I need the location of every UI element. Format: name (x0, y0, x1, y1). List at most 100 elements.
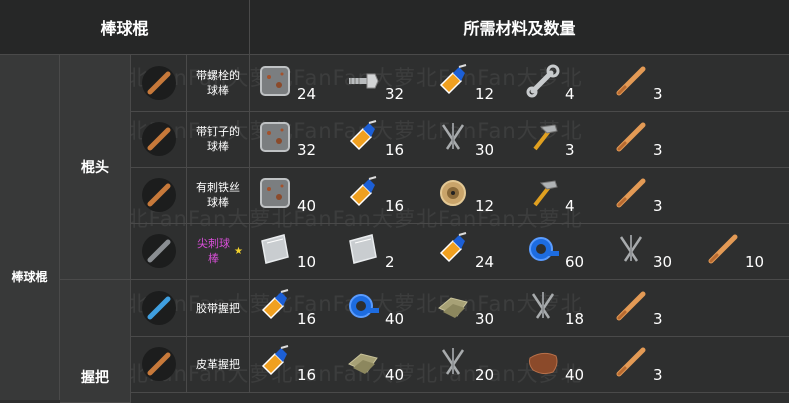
material-item: 18 (519, 280, 609, 336)
weapon-name: 胶带握把 (187, 280, 250, 336)
material-item: 3 (607, 336, 697, 392)
material-quantity: 3 (653, 310, 663, 328)
material-quantity: 16 (385, 141, 405, 159)
material-item: 60 (519, 223, 609, 279)
weapon-icon-cell (131, 280, 187, 336)
material-item: 24 (429, 223, 519, 279)
materials: 10 2 24 60 30 10 (251, 223, 789, 279)
material-item: 16 (339, 111, 429, 167)
material-quantity: 3 (653, 366, 663, 384)
material-quantity: 32 (385, 85, 405, 103)
material-item: 40 (251, 167, 341, 223)
group-label: 棍头 (81, 160, 109, 176)
material-quantity: 30 (475, 141, 495, 159)
weapon-icon-cell (131, 55, 187, 111)
category-label: 棒球棍 (11, 270, 48, 284)
material-quantity: 40 (297, 197, 317, 215)
star-icon: ★ (234, 245, 243, 257)
material-quantity: 18 (565, 310, 585, 328)
group-head: 棍头 (60, 55, 131, 280)
material-quantity: 3 (653, 141, 663, 159)
materials: 16 40 20 40 3 (251, 336, 789, 392)
recipe-row: 尖刺球棒 ★ 10 2 24 60 30 10 (131, 223, 789, 280)
material-item: 16 (251, 280, 341, 336)
material-item: 4 (519, 167, 609, 223)
material-quantity: 10 (297, 253, 317, 271)
materials: 16 40 30 18 3 (251, 280, 789, 336)
material-item: 3 (607, 280, 697, 336)
material-quantity: 32 (297, 141, 317, 159)
recipe-row: 皮革握把 16 40 20 40 3 (131, 336, 789, 393)
material-quantity: 12 (475, 197, 495, 215)
material-quantity: 16 (385, 197, 405, 215)
material-item: 30 (429, 280, 519, 336)
material-quantity: 12 (475, 85, 495, 103)
material-item: 40 (519, 336, 609, 392)
weapon-name-text: 皮革握把 (196, 357, 240, 371)
weapon-icon-cell (131, 111, 187, 167)
material-item: 12 (429, 55, 519, 111)
material-quantity: 16 (297, 366, 317, 384)
material-quantity: 16 (297, 310, 317, 328)
material-item: 3 (607, 55, 697, 111)
material-quantity: 4 (565, 85, 575, 103)
material-quantity: 3 (653, 85, 663, 103)
header-weapon: 棒球棍 (0, 0, 250, 55)
weapon-name-text: 胶带握把 (196, 301, 240, 315)
material-item: 30 (429, 111, 519, 167)
material-item: 16 (251, 336, 341, 392)
material-quantity: 60 (565, 253, 585, 271)
bat-leather-grip-icon (141, 347, 176, 381)
material-quantity: 40 (385, 310, 405, 328)
material-item: 10 (251, 223, 341, 279)
material-item: 2 (339, 223, 429, 279)
material-item: 3 (519, 111, 609, 167)
material-item: 24 (251, 55, 341, 111)
material-item: 3 (607, 167, 697, 223)
weapon-name: 带螺栓的球棒 (187, 55, 250, 111)
recipe-row: 带螺栓的球棒 24 32 12 4 3 (131, 55, 789, 112)
weapon-name: 带钉子的球棒 (187, 111, 250, 167)
weapon-name-text: 带螺栓的球棒 (196, 69, 240, 97)
material-item: 32 (251, 111, 341, 167)
material-quantity: 40 (385, 366, 405, 384)
material-quantity: 3 (565, 141, 575, 159)
material-quantity: 30 (653, 253, 673, 271)
recipe-row: 有刺铁丝球棒 40 16 12 4 3 (131, 167, 789, 224)
material-quantity: 40 (565, 366, 585, 384)
group-label: 握把 (81, 370, 109, 386)
bat-nails-icon (141, 122, 176, 156)
weapon-icon-cell (131, 223, 187, 279)
material-item: 32 (339, 55, 429, 111)
material-quantity: 4 (565, 197, 575, 215)
bat-bolts-icon (141, 66, 176, 100)
material-quantity: 10 (745, 253, 765, 271)
header-materials: 所需材料及数量 (250, 0, 789, 55)
bat-spiked-icon (141, 234, 176, 268)
material-item: 4 (519, 55, 609, 111)
weapon-name: 尖刺球棒 ★ (187, 223, 250, 279)
material-item: 3 (607, 111, 697, 167)
material-quantity: 30 (475, 310, 495, 328)
material-item: 40 (339, 280, 429, 336)
material-quantity: 24 (297, 85, 317, 103)
weapon-icon-cell (131, 167, 187, 223)
material-item: 40 (339, 336, 429, 392)
materials: 32 16 30 3 3 (251, 111, 789, 167)
material-item: 10 (699, 223, 789, 279)
weapon-icon-cell (131, 336, 187, 392)
material-quantity: 3 (653, 197, 663, 215)
weapon-name-text: 带钉子的球棒 (196, 125, 240, 153)
material-item: 20 (429, 336, 519, 392)
recipe-row: 胶带握把 16 40 30 18 3 (131, 280, 789, 337)
material-quantity: 2 (385, 253, 395, 271)
material-item: 12 (429, 167, 519, 223)
bat-tape-grip-icon (141, 291, 176, 325)
material-item: 16 (339, 167, 429, 223)
weapon-name: 皮革握把 (187, 336, 250, 392)
weapon-name: 有刺铁丝球棒 (187, 167, 250, 223)
category-cell (0, 55, 60, 400)
group-grip: 握把 (60, 280, 131, 403)
materials: 24 32 12 4 3 (251, 55, 789, 111)
weapon-name-text: 有刺铁丝球棒 (196, 181, 240, 209)
